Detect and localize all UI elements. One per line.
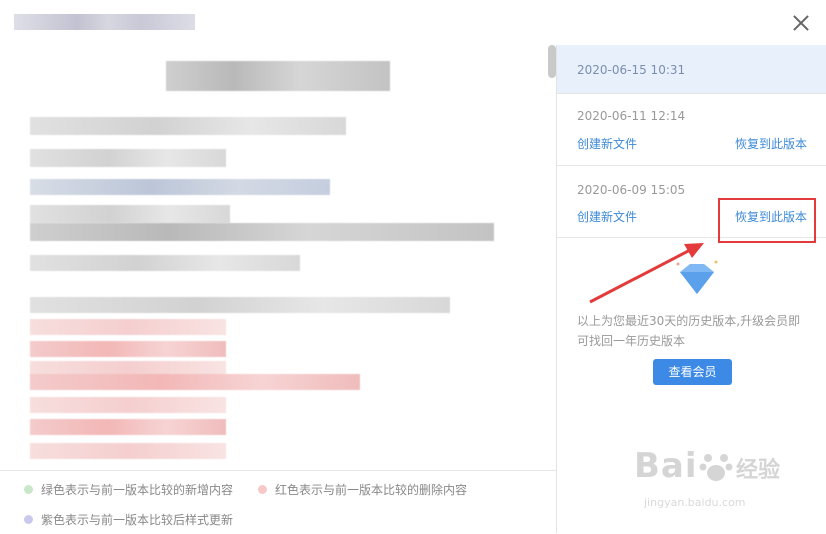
close-icon[interactable] (790, 12, 812, 34)
version-date: 2020-06-11 12:14 (577, 109, 686, 123)
history-note: 以上为您最近30天的历史版本,升级会员即可找回一年历史版本 (577, 314, 801, 348)
doc-line-deleted-blurred (30, 397, 226, 413)
doc-line-blurred (30, 117, 346, 135)
legend-deleted: 红色表示与前一版本比较的删除内容 (258, 481, 467, 498)
doc-line-blurred (30, 149, 226, 167)
diff-legend: 绿色表示与前一版本比较的新增内容 红色表示与前一版本比较的删除内容 紫色表示与前… (0, 470, 556, 534)
doc-line-blurred (30, 179, 330, 195)
legend-style-label: 紫色表示与前一版本比较后样式更新 (41, 513, 234, 527)
watermark-url: jingyan.baidu.com (644, 496, 746, 509)
doc-line-blurred (30, 255, 300, 271)
doc-line-deleted-blurred (30, 341, 226, 357)
create-new-file-link[interactable]: 创建新文件 (577, 135, 637, 152)
version-item[interactable]: 2020-06-11 12:14 创建新文件 恢复到此版本 (557, 93, 826, 166)
baidu-watermark: Bai 经验 jingyan.baidu.com (634, 446, 814, 516)
restore-version-link[interactable]: 恢复到此版本 (735, 135, 807, 152)
version-item-current[interactable]: 2020-06-15 10:31 (557, 45, 826, 94)
legend-style: 紫色表示与前一版本比较后样式更新 (24, 511, 233, 528)
doc-line-blurred (30, 223, 494, 241)
paw-icon (699, 454, 733, 481)
legend-deleted-label: 红色表示与前一版本比较的删除内容 (275, 483, 468, 497)
green-dot-icon (24, 485, 33, 494)
document-preview (0, 45, 556, 470)
dialog-title-blurred (14, 14, 195, 30)
version-date: 2020-06-15 10:31 (577, 63, 686, 77)
doc-line-blurred (30, 297, 450, 313)
purple-dot-icon (24, 515, 33, 524)
doc-line-blurred (30, 205, 230, 223)
view-membership-button[interactable]: 查看会员 (653, 359, 732, 385)
watermark-brand-cn: 经验 (736, 458, 781, 483)
doc-line-deleted-blurred (30, 419, 226, 435)
create-new-file-link[interactable]: 创建新文件 (577, 208, 637, 225)
watermark-brand: Bai (634, 446, 698, 486)
annotation-highlight-box (718, 198, 816, 243)
doc-heading-blurred (166, 61, 390, 91)
red-dot-icon (258, 485, 267, 494)
version-history-dialog: 绿色表示与前一版本比较的新增内容 红色表示与前一版本比较的删除内容 紫色表示与前… (0, 0, 826, 533)
legend-added-label: 绿色表示与前一版本比较的新增内容 (41, 483, 234, 497)
version-date: 2020-06-09 15:05 (577, 183, 686, 197)
document-scrollbar[interactable] (548, 45, 556, 78)
doc-line-deleted-blurred (30, 319, 226, 335)
doc-line-deleted-blurred (30, 374, 360, 390)
legend-added: 绿色表示与前一版本比较的新增内容 (24, 481, 233, 498)
diamond-icon (676, 260, 718, 294)
doc-line-deleted-blurred (30, 443, 226, 459)
